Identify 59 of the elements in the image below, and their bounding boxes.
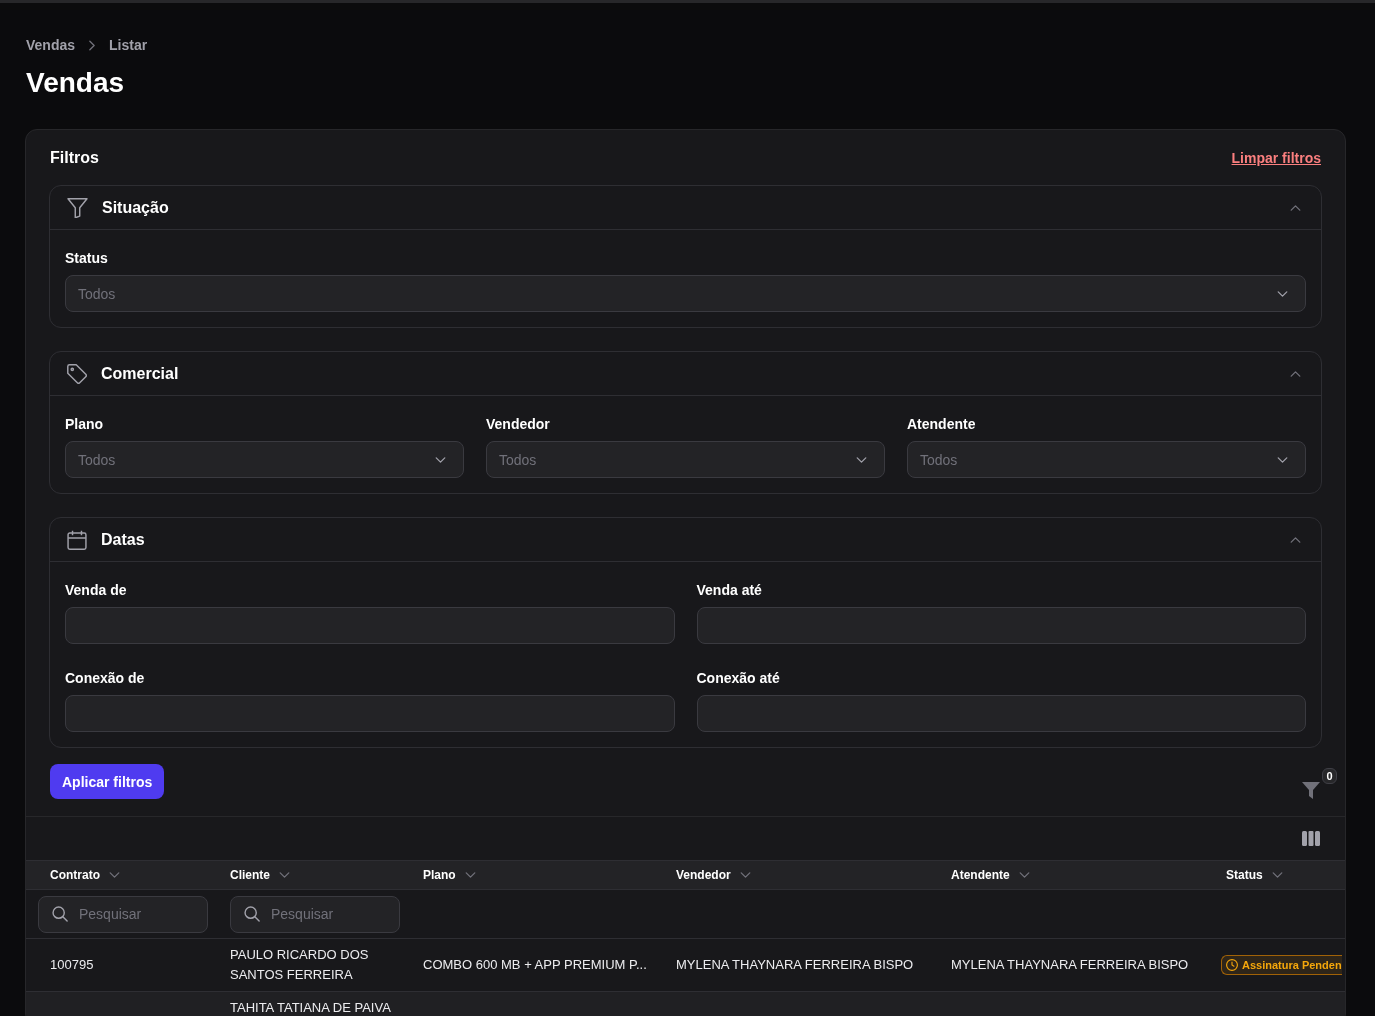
search-field[interactable]: Pesquisar [38, 895, 208, 933]
search-icon [52, 905, 68, 922]
chevron-right-icon [89, 39, 96, 51]
field-label: Plano [65, 415, 104, 434]
breadcrumb-link[interactable]: Vendas [26, 35, 76, 55]
chevron-down-icon [109, 872, 120, 878]
search-field[interactable]: Pesquisar [230, 895, 400, 933]
field-label: Conexão até [696, 669, 780, 688]
chevron-down-icon [1018, 872, 1030, 878]
date-field[interactable] [696, 695, 1306, 732]
field-label: Status [65, 249, 108, 268]
clear-filters-link[interactable]: Limpar filtros [1231, 147, 1321, 168]
chevron-down-icon [1277, 456, 1288, 463]
chevron-down-icon [856, 456, 867, 463]
funnel-icon [67, 197, 88, 218]
chevron-up-icon[interactable] [1290, 370, 1301, 377]
calendar-icon [67, 529, 87, 550]
column-header[interactable]: Atendente [951, 867, 1030, 883]
date-field[interactable] [65, 695, 675, 732]
chevron-down-icon [279, 872, 290, 878]
column-header[interactable]: Cliente [230, 867, 290, 883]
table-cell-text: PAULO RICARDO DOS SANTOS FERREIRA [230, 946, 370, 984]
section-title: Datas [101, 529, 145, 550]
section-title: Situação [102, 197, 169, 218]
chevron-up-icon[interactable] [1290, 536, 1301, 543]
tag-icon [67, 363, 87, 384]
chevron-down-icon [1277, 290, 1288, 297]
status-label: Assinatura Penden [1242, 957, 1342, 973]
breadcrumb-link[interactable]: Listar [109, 35, 148, 55]
chevron-down-icon [1271, 872, 1283, 878]
date-field[interactable] [696, 607, 1306, 644]
field-label: Atendente [907, 415, 976, 434]
table-cell-text: TAHITA TATIANA DE PAIVA [230, 999, 391, 1016]
clock-icon [1226, 959, 1238, 971]
table-cell-text: MYLENA THAYNARA FERREIRA BISPO [951, 956, 1189, 974]
table-cell-text: COMBO 600 MB + APP PREMIUM P... [423, 956, 647, 974]
table-cell-text: MYLENA THAYNARA FERREIRA BISPO [676, 956, 914, 974]
column-header[interactable]: Status [1226, 867, 1283, 883]
field-label: Vendedor [486, 415, 550, 434]
date-field[interactable] [65, 607, 675, 644]
field-label: Conexão de [65, 669, 145, 688]
filter-icon[interactable] [1302, 782, 1320, 799]
filters-title: Filtros [50, 147, 99, 168]
chevron-down-icon [739, 872, 751, 878]
filter-count-badge: 0 [1322, 768, 1337, 784]
column-header[interactable]: Contrato [50, 867, 120, 883]
apply-filters-button[interactable]: Aplicar filtros [50, 764, 165, 799]
field-label: Venda até [696, 581, 762, 600]
field-label: Venda de [65, 581, 127, 600]
page-title: Vendas [26, 66, 125, 100]
column-header[interactable]: Plano [423, 867, 476, 883]
column-header[interactable]: Vendedor [676, 867, 751, 883]
section-title: Comercial [101, 363, 179, 384]
chevron-down-icon [435, 456, 446, 463]
table-cell-text: 100795 [50, 956, 94, 974]
columns-icon[interactable] [1302, 831, 1320, 846]
chevron-down-icon [464, 872, 476, 878]
search-icon [244, 905, 260, 922]
chevron-up-icon[interactable] [1290, 204, 1301, 211]
